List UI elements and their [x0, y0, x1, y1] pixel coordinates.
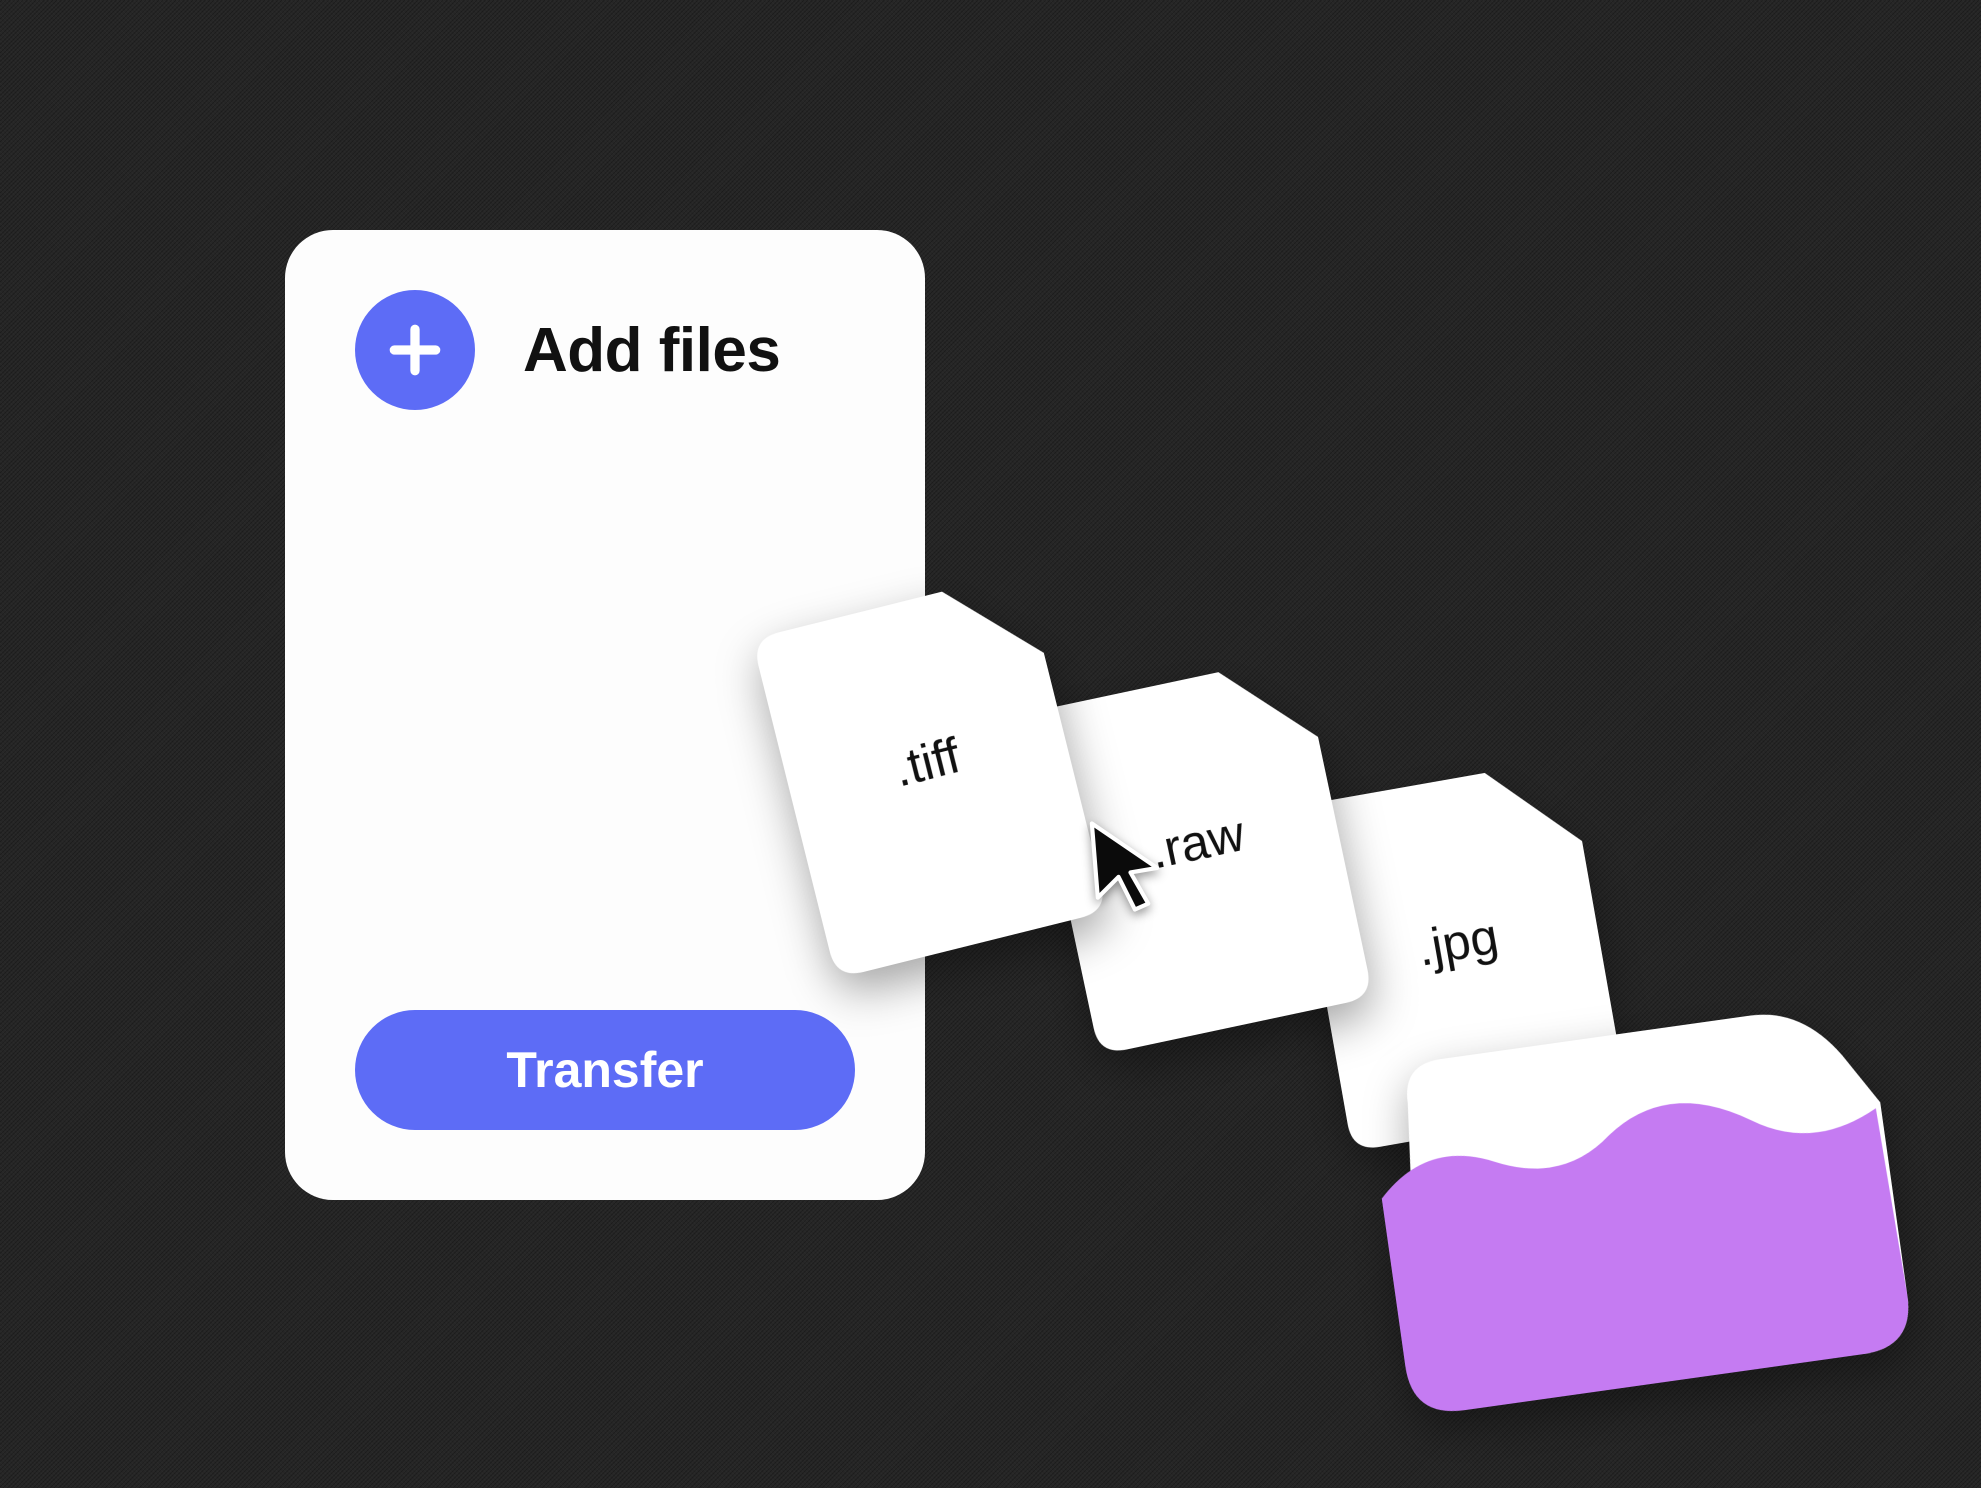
add-files-button[interactable]: Add files	[355, 290, 855, 410]
transfer-button[interactable]: Transfer	[355, 1010, 855, 1130]
folder-icon[interactable]	[1343, 946, 1916, 1434]
plus-icon	[355, 290, 475, 410]
illustration-stage: Add files Transfer .jpg .raw .tiff	[0, 0, 1981, 1488]
add-files-label: Add files	[523, 315, 780, 386]
cursor-icon	[1080, 815, 1175, 915]
